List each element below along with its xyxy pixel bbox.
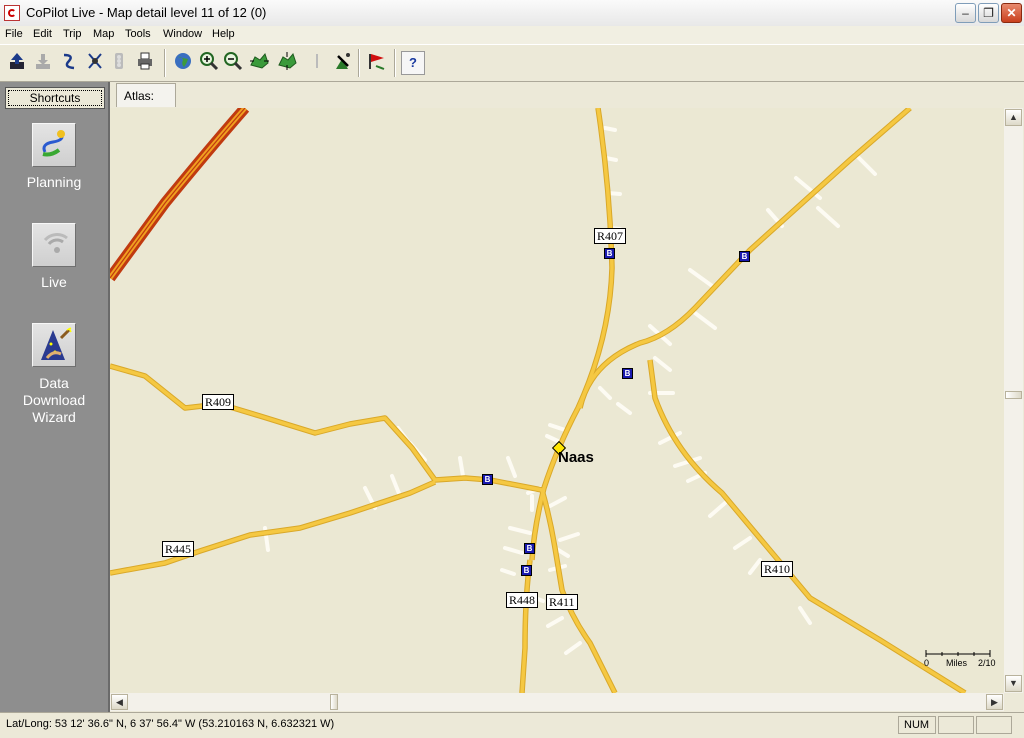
- scale-end: 2/10: [978, 658, 996, 668]
- toolbar: ?: [0, 44, 1024, 82]
- planning-route-icon[interactable]: [32, 123, 76, 167]
- menu-file[interactable]: File: [5, 28, 23, 40]
- tab-strip: Atlas:: [110, 82, 1024, 108]
- map-move-2-icon[interactable]: [276, 51, 298, 75]
- vertical-scrollbar[interactable]: ▲ ▼: [1004, 108, 1023, 693]
- road-label-r445: R445: [162, 541, 195, 557]
- route-icon[interactable]: [58, 51, 80, 75]
- live-signal-icon[interactable]: [32, 223, 76, 267]
- bus-stop-icon[interactable]: B: [524, 543, 535, 554]
- menu-trip[interactable]: Trip: [63, 28, 82, 40]
- flag-icon[interactable]: [366, 51, 388, 75]
- scroll-right-button[interactable]: ▶: [986, 694, 1003, 710]
- road-label-r407: R407: [594, 228, 627, 244]
- toolbar-separator: [164, 49, 166, 77]
- close-button[interactable]: ✕: [1001, 3, 1022, 23]
- scale-start: 0: [924, 658, 930, 668]
- map-move-icon[interactable]: [248, 51, 270, 75]
- road-label-r410: R410: [761, 561, 794, 577]
- zoom-out-icon[interactable]: [222, 51, 244, 75]
- menu-map[interactable]: Map: [93, 28, 114, 40]
- horizontal-scroll-thumb[interactable]: [330, 694, 338, 710]
- scrollbar-corner: [1004, 693, 1023, 711]
- toolbar-separator-2: [358, 49, 360, 77]
- status-pane-empty: [938, 716, 974, 734]
- road-label-r448: R448: [506, 592, 539, 608]
- shortcuts-panel: Shortcuts Planning Live Data Download Wiza…: [0, 82, 110, 712]
- scroll-down-button[interactable]: ▼: [1005, 675, 1022, 692]
- minimize-button[interactable]: –: [955, 3, 976, 23]
- scroll-left-button[interactable]: ◀: [111, 694, 128, 710]
- bus-stop-icon[interactable]: B: [739, 251, 750, 262]
- horizontal-scrollbar[interactable]: ◀ ▶: [110, 693, 1004, 711]
- planning-label[interactable]: Planning: [0, 174, 108, 191]
- help-icon[interactable]: ?: [401, 51, 425, 75]
- town-label-naas: Naas: [558, 449, 594, 466]
- bus-stop-icon[interactable]: B: [521, 565, 532, 576]
- toolbar-separator-3: [394, 49, 396, 77]
- traffic-icon[interactable]: [108, 51, 130, 75]
- print-icon[interactable]: [134, 51, 156, 75]
- copilot-app-icon[interactable]: [4, 5, 20, 21]
- menu-bar: File Edit Trip Map Tools Window Help: [0, 26, 1024, 44]
- globe-icon[interactable]: [172, 51, 194, 75]
- wizard-icon[interactable]: [32, 323, 76, 367]
- shortcuts-button[interactable]: Shortcuts: [5, 87, 105, 109]
- menu-window[interactable]: Window: [163, 28, 202, 40]
- upload-icon[interactable]: [6, 51, 28, 75]
- scroll-up-button[interactable]: ▲: [1005, 109, 1022, 126]
- map-view[interactable]: R407 R409 R445 R448 R411 R410 B B B B B …: [110, 108, 1004, 693]
- zoom-in-icon[interactable]: [198, 51, 220, 75]
- download-icon[interactable]: [32, 51, 54, 75]
- bus-stop-icon[interactable]: B: [482, 474, 493, 485]
- latlong-readout: Lat/Long: 53 12' 36.6" N, 6 37' 56.4" W …: [6, 718, 335, 730]
- vertical-scroll-thumb[interactable]: [1005, 391, 1022, 399]
- road-label-r411: R411: [546, 594, 578, 610]
- title-bar: CoPilot Live - Map detail level 11 of 12…: [0, 0, 1024, 27]
- status-bar: Lat/Long: 53 12' 36.6" N, 6 37' 56.4" W …: [0, 712, 1024, 738]
- live-label[interactable]: Live: [0, 274, 108, 291]
- data-download-wizard-label[interactable]: Data Download Wizard: [0, 375, 108, 426]
- separator-icon[interactable]: [306, 51, 328, 75]
- num-lock-indicator: NUM: [898, 716, 936, 734]
- scale-unit: Miles: [946, 658, 968, 668]
- scale-bar: 0 Miles 2/10: [924, 648, 996, 668]
- tab-atlas[interactable]: Atlas:: [116, 83, 176, 107]
- satellite-icon[interactable]: [84, 51, 106, 75]
- road-label-r409: R409: [202, 394, 235, 410]
- menu-help[interactable]: Help: [212, 28, 235, 40]
- bus-stop-icon[interactable]: B: [622, 368, 633, 379]
- window-title: CoPilot Live - Map detail level 11 of 12…: [26, 5, 267, 20]
- menu-tools[interactable]: Tools: [125, 28, 151, 40]
- gps-antenna-icon[interactable]: [332, 51, 354, 75]
- restore-button[interactable]: ❐: [978, 3, 999, 23]
- status-pane-empty-2: [976, 716, 1012, 734]
- menu-edit[interactable]: Edit: [33, 28, 52, 40]
- bus-stop-icon[interactable]: B: [604, 248, 615, 259]
